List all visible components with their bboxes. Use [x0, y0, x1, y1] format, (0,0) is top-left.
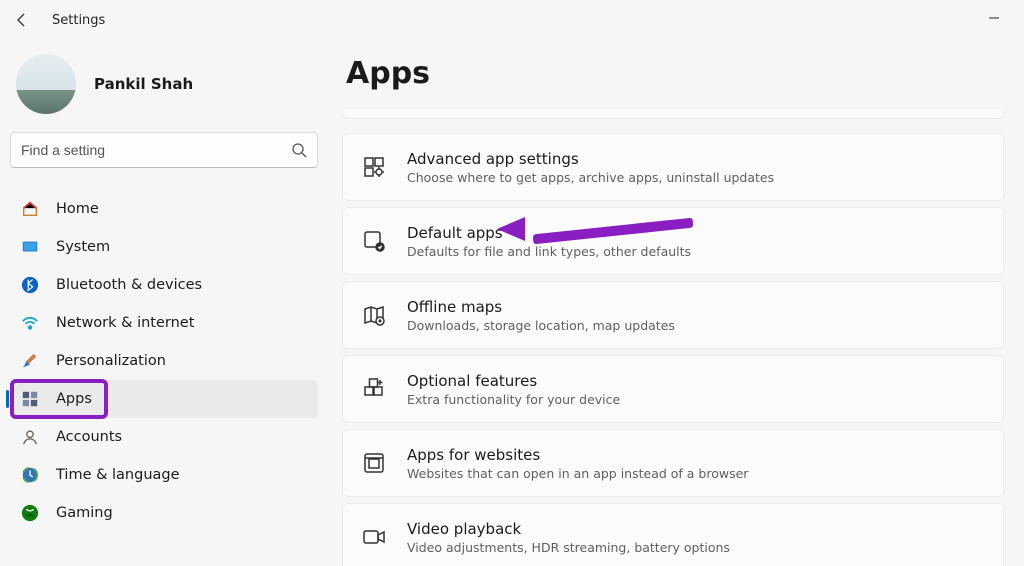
user-profile[interactable]: Pankil Shah: [10, 48, 318, 132]
row-apps-for-websites[interactable]: Apps for websites Websites that can open…: [342, 429, 1004, 497]
row-title: Video playback: [407, 520, 730, 538]
sidebar-item-personalization[interactable]: Personalization: [10, 342, 318, 380]
sidebar-item-gaming[interactable]: Gaming: [10, 494, 318, 532]
row-optional-features[interactable]: Optional features Extra functionality fo…: [342, 355, 1004, 423]
search-icon: [291, 142, 307, 158]
sidebar-item-label: Bluetooth & devices: [56, 277, 202, 293]
row-subtitle: Extra functionality for your device: [407, 392, 620, 407]
wifi-icon: [20, 313, 40, 333]
sidebar-item-label: Accounts: [56, 429, 122, 445]
sidebar-item-home[interactable]: Home: [10, 190, 318, 228]
apps-websites-icon: [361, 450, 387, 476]
paintbrush-icon: [20, 351, 40, 371]
system-icon: [20, 237, 40, 257]
sidebar-item-label: Network & internet: [56, 315, 194, 331]
window-title: Settings: [52, 13, 105, 28]
row-default-apps[interactable]: Default apps Defaults for file and link …: [342, 207, 1004, 275]
default-apps-icon: [361, 228, 387, 254]
user-name: Pankil Shah: [94, 75, 193, 93]
sidebar: Pankil Shah Home System: [0, 40, 328, 566]
row-subtitle: Downloads, storage location, map updates: [407, 318, 675, 333]
sidebar-item-label: Gaming: [56, 505, 113, 521]
row-subtitle: Video adjustments, HDR streaming, batter…: [407, 540, 730, 555]
apps-icon: [20, 389, 40, 409]
sidebar-item-label: Apps: [56, 391, 92, 407]
content-area: Apps Advanced app settings Choose where …: [328, 40, 1024, 566]
sidebar-item-bluetooth[interactable]: Bluetooth & devices: [10, 266, 318, 304]
sidebar-item-system[interactable]: System: [10, 228, 318, 266]
sidebar-item-accounts[interactable]: Accounts: [10, 418, 318, 456]
row-title: Apps for websites: [407, 446, 748, 464]
row-partial-top[interactable]: [342, 109, 1004, 119]
time-icon: [20, 465, 40, 485]
sidebar-nav: Home System Bluetooth & devices Network …: [10, 190, 318, 522]
bluetooth-icon: [20, 275, 40, 295]
row-subtitle: Defaults for file and link types, other …: [407, 244, 691, 259]
titlebar: Settings: [0, 0, 1024, 40]
accounts-icon: [20, 427, 40, 447]
row-advanced-app-settings[interactable]: Advanced app settings Choose where to ge…: [342, 133, 1004, 201]
apps-gear-icon: [361, 154, 387, 180]
page-title: Apps: [346, 56, 1004, 91]
sidebar-item-apps[interactable]: Apps: [10, 380, 318, 418]
search-box[interactable]: [10, 132, 318, 168]
avatar: [16, 54, 76, 114]
gaming-icon: [20, 503, 40, 523]
search-input[interactable]: [21, 142, 291, 158]
row-title: Offline maps: [407, 298, 675, 316]
sidebar-item-label: System: [56, 239, 110, 255]
sidebar-item-label: Time & language: [56, 467, 180, 483]
row-title: Default apps: [407, 224, 691, 242]
sidebar-item-network[interactable]: Network & internet: [10, 304, 318, 342]
minimize-button[interactable]: [978, 11, 1010, 29]
sidebar-item-label: Home: [56, 201, 99, 217]
row-video-playback[interactable]: Video playback Video adjustments, HDR st…: [342, 503, 1004, 566]
row-subtitle: Choose where to get apps, archive apps, …: [407, 170, 774, 185]
row-subtitle: Websites that can open in an app instead…: [407, 466, 748, 481]
sidebar-item-label: Personalization: [56, 353, 166, 369]
optional-features-icon: [361, 376, 387, 402]
row-title: Advanced app settings: [407, 150, 774, 168]
row-offline-maps[interactable]: Offline maps Downloads, storage location…: [342, 281, 1004, 349]
row-title: Optional features: [407, 372, 620, 390]
sidebar-item-time[interactable]: Time & language: [10, 456, 318, 494]
video-icon: [361, 524, 387, 550]
map-icon: [361, 302, 387, 328]
home-icon: [20, 199, 40, 219]
back-icon[interactable]: [14, 12, 30, 28]
